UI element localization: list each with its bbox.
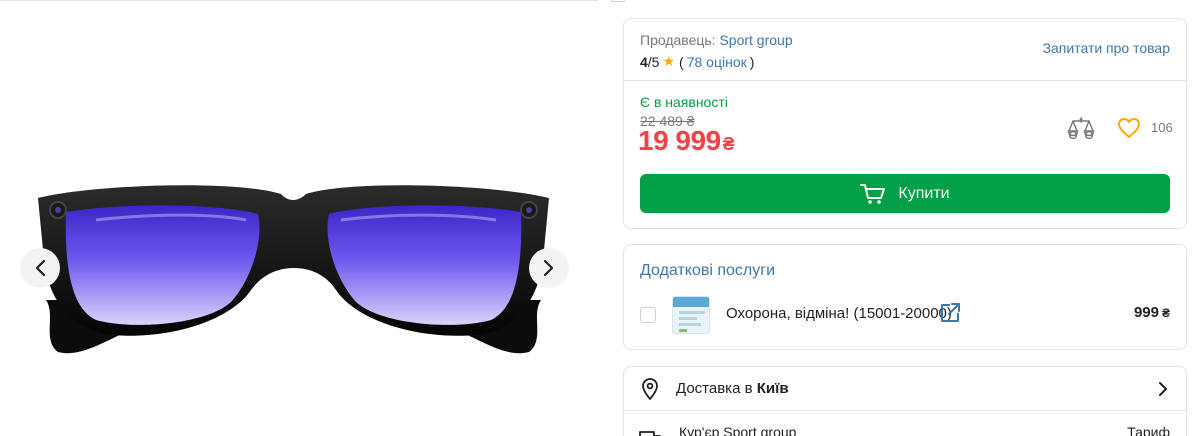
- price-value: 19 999: [638, 125, 721, 156]
- reviews-close: ): [749, 53, 755, 70]
- product-image: [38, 185, 549, 354]
- current-price: 19 999 ₴: [638, 125, 735, 157]
- compare-scales-icon[interactable]: [1067, 116, 1095, 140]
- gallery-next-button[interactable]: [529, 248, 569, 288]
- courier-option: Кур'єр Sport group: [679, 424, 797, 436]
- chevron-right-icon: [1159, 382, 1167, 396]
- price-currency: ₴: [722, 134, 735, 154]
- buy-button[interactable]: Купити: [640, 174, 1170, 213]
- service-checkbox[interactable]: [640, 307, 656, 323]
- service-price-value: 999: [1133, 304, 1159, 321]
- top-checkbox[interactable]: [611, 0, 625, 2]
- delivery-city: Київ: [756, 380, 789, 397]
- truck-icon: [639, 431, 662, 436]
- seller-rating: 4 /5 ★ ( 78 оцінок ): [640, 53, 754, 70]
- delivery-city-row[interactable]: Доставка в Київ: [624, 367, 1186, 411]
- seller-name-link[interactable]: Sport group: [719, 32, 792, 48]
- delivery-city-text: Доставка в Київ: [676, 380, 789, 397]
- seller-row: Продавець: Sport group 4 /5 ★ ( 78 оціно…: [624, 19, 1186, 81]
- reviews-link[interactable]: 78 оцінок: [687, 54, 747, 70]
- services-title: Додаткові послуги: [640, 262, 776, 279]
- product-gallery: [0, 0, 590, 436]
- external-link-icon[interactable]: [939, 302, 961, 324]
- buy-button-label: Купити: [898, 184, 950, 202]
- service-price-currency: ₴: [1161, 306, 1170, 320]
- gallery-prev-button[interactable]: [20, 248, 60, 288]
- service-name: Охорона, відміна! (15001-20000): [726, 305, 952, 322]
- heart-icon[interactable]: [1117, 117, 1141, 139]
- star-icon: ★: [662, 53, 676, 69]
- service-document-icon: [673, 297, 709, 332]
- cart-icon: [860, 183, 886, 204]
- seller-label-text: Продавець:: [640, 32, 716, 48]
- delivery-prefix: Доставка в: [676, 380, 753, 397]
- reviews-open: (: [679, 53, 684, 70]
- chevron-left-icon: [35, 259, 46, 277]
- service-price: 999 ₴: [1134, 304, 1170, 321]
- location-pin-icon: [642, 378, 658, 400]
- chevron-right-icon: [543, 259, 554, 277]
- service-thumbnail: [672, 296, 710, 334]
- rating-value: 4: [640, 53, 648, 70]
- seller-label: Продавець: Sport group: [640, 32, 793, 48]
- availability-status: Є в наявності: [640, 94, 728, 110]
- tariff-label: Тариф: [1127, 424, 1170, 436]
- offer-card: Продавець: Sport group 4 /5 ★ ( 78 оціно…: [623, 18, 1187, 229]
- ask-about-product-link[interactable]: Запитати про товар: [1043, 40, 1170, 56]
- delivery-card: Доставка в Київ Кур'єр Sport group Тариф: [623, 366, 1187, 436]
- extra-services-card: Додаткові послуги Охорона, відміна! (150…: [623, 244, 1187, 350]
- favorites-count: 106: [1151, 120, 1173, 135]
- rating-max: /5: [647, 53, 660, 70]
